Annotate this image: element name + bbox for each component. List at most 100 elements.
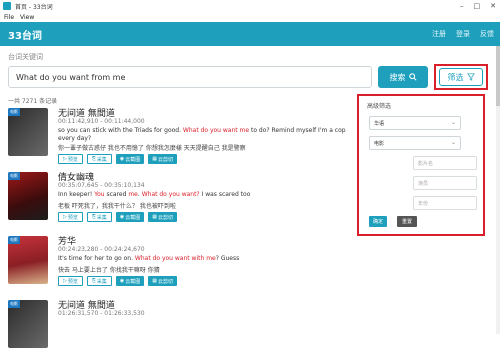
category-badge: 电影 (8, 236, 20, 244)
movie-name-field[interactable]: 影片名 (413, 156, 477, 170)
navbar: 33台词 注册 登录 反馈 (0, 22, 500, 46)
actor-field[interactable]: 演员 (413, 176, 477, 190)
timestamp: 00:11:42,910 - 00:11:44,000 (58, 118, 145, 125)
chevron-down-icon: ⌄ (450, 119, 456, 126)
movie-poster[interactable]: 电影 (8, 108, 48, 156)
preview-button[interactable]: ▷ 预览 (58, 276, 83, 286)
en-text: ? Guess (215, 255, 240, 262)
search-button[interactable]: 搜索 (378, 66, 428, 88)
results-list: 电影 无间道 無間道 00:11:42,910 - 00:11:44,000 s… (8, 106, 348, 348)
screenshot-button[interactable]: ◉ 云截图 (115, 212, 145, 222)
preview-button[interactable]: ▷ 预览 (58, 154, 83, 164)
timestamp: 01:26:31,570 - 01:26:33,530 (58, 310, 145, 317)
scroll-thumb[interactable] (496, 46, 500, 106)
clip-button-label: 云剪切 (158, 278, 174, 285)
movie-poster[interactable]: 电影 (8, 300, 48, 348)
film-icon: ▦ (152, 156, 158, 162)
english-line: It's time for her to go on. What do you … (58, 255, 348, 263)
screenshot-button-label: 云截图 (125, 214, 141, 221)
nav-links: 注册 登录 反馈 (432, 29, 494, 39)
year-placeholder: 年份 (418, 200, 429, 207)
window-controls: – □ ✕ (460, 2, 496, 10)
filter-button-label: 筛选 (447, 72, 464, 82)
play-icon: ▷ (63, 156, 67, 162)
brand-logo[interactable]: 33台词 (8, 27, 42, 42)
film-icon: ▦ (152, 214, 158, 220)
clip-button[interactable]: ▦ 云剪切 (148, 276, 178, 286)
menu-file[interactable]: File (4, 14, 14, 21)
scrollbar[interactable] (496, 46, 500, 334)
movie-name-placeholder: 影片名 (418, 160, 434, 167)
search-button-label: 搜索 (389, 72, 406, 82)
actor-placeholder: 演员 (418, 180, 429, 187)
nav-login[interactable]: 登录 (456, 29, 470, 39)
screenshot-button-label: 云截图 (125, 278, 141, 285)
english-line: so you can stick with the Triads for goo… (58, 127, 348, 143)
clip-button[interactable]: ▦ 云剪切 (148, 154, 178, 164)
collect-button-label: 采集 (96, 278, 107, 285)
preview-button[interactable]: ▷ 预览 (58, 212, 83, 222)
maximize-icon[interactable]: □ (474, 2, 481, 10)
list-item: 电影 芳华 00:24:23,280 - 00:24:24,670 It's t… (8, 234, 348, 298)
collect-button-label: 采集 (96, 156, 107, 163)
clip-button-label: 云剪切 (158, 214, 174, 221)
action-buttons: ▷ 预览 ⎘ 采集 ◉ 云截图 ▦ 云剪切 (58, 276, 178, 286)
search-icon (408, 73, 417, 81)
reset-button[interactable]: 重置 (397, 216, 417, 227)
window-title: 首页 - 33台词 (15, 3, 53, 11)
english-line: Inn keeper! You scared me. What do you w… (58, 191, 348, 199)
en-text: I was scared too (199, 191, 251, 198)
en-highlight: You (94, 191, 105, 198)
search-input[interactable] (8, 66, 372, 88)
list-item: 电影 无间道 無間道 01:26:31,570 - 01:26:33,530 (8, 298, 348, 348)
chinese-line: 快去 马上要上台了 你找我干嘛呀 你猜 (58, 267, 160, 274)
collect-button[interactable]: ⎘ 采集 (86, 276, 112, 286)
film-icon: ▦ (152, 278, 158, 284)
year-field[interactable]: 年份 (413, 196, 477, 210)
en-highlight: What do you want me (182, 127, 250, 134)
screenshot-button[interactable]: ◉ 云截图 (115, 276, 145, 286)
en-highlight: What do you want? (141, 191, 200, 198)
preview-button-label: 预览 (67, 278, 78, 285)
menu-view[interactable]: View (20, 14, 34, 21)
filter-button-highlight: 筛选 (434, 64, 488, 90)
camera-icon: ◉ (119, 156, 125, 162)
type-select[interactable]: 电影 ⌄ (369, 136, 461, 150)
type-select-value: 电影 (374, 140, 385, 147)
window-titlebar: 首页 - 33台词 – □ ✕ (0, 0, 500, 12)
en-highlight: me (128, 191, 138, 198)
play-icon: ▷ (63, 214, 67, 220)
play-icon: ▷ (63, 278, 67, 284)
category-badge: 电影 (8, 108, 20, 116)
close-icon[interactable]: ✕ (490, 2, 496, 10)
list-item: 电影 无间道 無間道 00:11:42,910 - 00:11:44,000 s… (8, 106, 348, 170)
collect-button[interactable]: ⎘ 采集 (86, 154, 112, 164)
language-select[interactable]: 华语 ⌄ (369, 116, 461, 130)
advanced-filter-panel: 高级筛选 华语 ⌄ 电影 ⌄ 影片名 演员 年份 确定 重置 (357, 94, 485, 236)
collect-icon: ⎘ (91, 156, 96, 162)
confirm-button[interactable]: 确定 (369, 216, 387, 227)
screenshot-button[interactable]: ◉ 云截图 (115, 154, 145, 164)
minimize-icon[interactable]: – (460, 2, 464, 10)
list-item: 电影 倩女幽魂 00:35:07,645 - 00:35:10,134 Inn … (8, 170, 348, 234)
language-select-value: 华语 (374, 120, 385, 127)
timestamp: 00:24:23,280 - 00:24:24,670 (58, 246, 145, 253)
movie-poster[interactable]: 电影 (8, 172, 48, 220)
en-text: Inn keeper! (58, 191, 95, 198)
nav-register[interactable]: 注册 (432, 29, 446, 39)
menubar: File View (0, 12, 500, 22)
funnel-icon (466, 73, 475, 81)
en-text: so you can stick with the Triads for goo… (58, 127, 183, 134)
nav-feedback[interactable]: 反馈 (480, 29, 494, 39)
clip-button[interactable]: ▦ 云剪切 (148, 212, 178, 222)
filter-button[interactable]: 筛选 (439, 68, 483, 86)
chevron-down-icon: ⌄ (450, 139, 456, 146)
action-buttons: ▷ 预览 ⎘ 采集 ◉ 云截图 ▦ 云剪切 (58, 154, 178, 164)
collect-icon: ⎘ (91, 278, 96, 284)
movie-poster[interactable]: 电影 (8, 236, 48, 284)
en-highlight: me (206, 255, 216, 262)
en-text: scared (104, 191, 129, 198)
category-badge: 电影 (8, 172, 20, 180)
collect-button[interactable]: ⎘ 采集 (86, 212, 112, 222)
preview-button-label: 预览 (67, 214, 78, 221)
